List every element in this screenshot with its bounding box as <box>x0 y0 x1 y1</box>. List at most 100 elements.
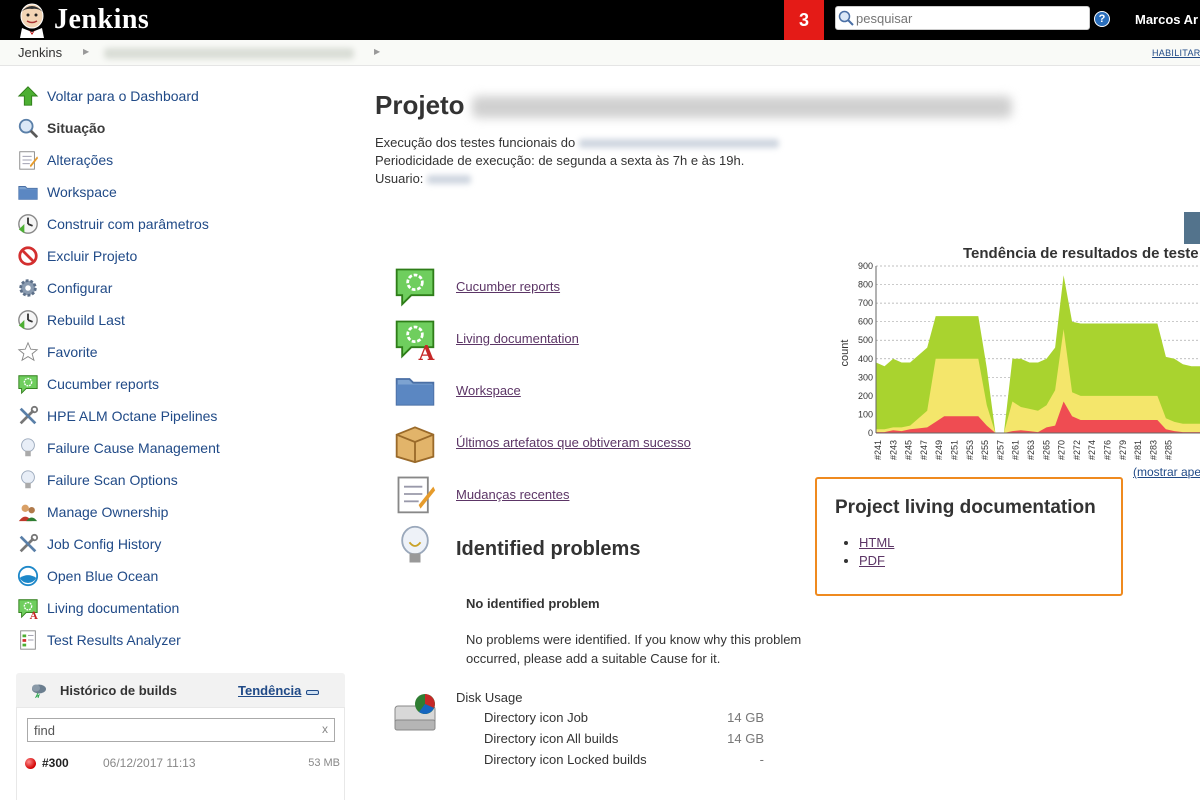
package-icon[interactable] <box>393 420 437 464</box>
disk-usage-value: - <box>759 752 764 767</box>
sidebar-item[interactable]: Manage Ownership <box>16 496 346 528</box>
search-input[interactable] <box>856 10 1076 26</box>
build-history-body: x #300 06/12/2017 11:13 53 MB <box>16 707 345 800</box>
sidebar-item-label[interactable]: Configurar <box>47 280 112 296</box>
sidebar-item-label[interactable]: Rebuild Last <box>47 312 125 328</box>
project-link-row: A Living documentation <box>393 316 579 360</box>
sidebar-item-label[interactable]: Construir com parâmetros <box>47 216 209 232</box>
magnifier-icon <box>16 116 40 140</box>
search-box[interactable] <box>835 6 1090 30</box>
x-tick-label: #270 <box>1057 440 1067 460</box>
html-link[interactable]: HTML <box>859 535 894 550</box>
tools-icon <box>16 404 40 428</box>
sidebar-item[interactable]: Situação <box>16 112 346 144</box>
sidebar-item[interactable]: Configurar <box>16 272 346 304</box>
build-size: 53 MB <box>308 757 340 769</box>
sidebar-item-label[interactable]: Voltar para o Dashboard <box>47 88 199 104</box>
project-link-row: Últimos artefatos que obtiveram sucesso <box>393 420 691 464</box>
sidebar-item[interactable]: Rebuild Last <box>16 304 346 336</box>
x-tick-label: #263 <box>1026 440 1036 460</box>
sidebar-item-label[interactable]: Workspace <box>47 184 117 200</box>
sidebar-item[interactable]: Workspace <box>16 176 346 208</box>
sidebar-item[interactable]: Open Blue Ocean <box>16 560 346 592</box>
sidebar-item-label[interactable]: Job Config History <box>47 536 161 552</box>
side-tab[interactable] <box>1184 212 1200 244</box>
sidebar-item[interactable]: Excluir Projeto <box>16 240 346 272</box>
sidebar-item-label[interactable]: Cucumber reports <box>47 376 159 392</box>
y-tick-label: 600 <box>858 317 873 327</box>
sidebar-item[interactable]: Favorite <box>16 336 346 368</box>
disk-usage-row: Directory icon Job 14 GB <box>484 710 764 728</box>
sidebar-item[interactable]: Failure Cause Management <box>16 432 346 464</box>
cucumber-a-icon[interactable]: A <box>393 316 437 360</box>
trend-link[interactable]: Tendência <box>238 683 301 698</box>
sidebar-item-label[interactable]: Failure Cause Management <box>47 440 220 456</box>
lightbulb-icon <box>16 436 40 460</box>
project-link[interactable]: Mudanças recentes <box>456 487 569 502</box>
up-arrow-icon <box>16 84 40 108</box>
project-link[interactable]: Últimos artefatos que obtiveram sucesso <box>456 435 691 450</box>
x-tick-label: #253 <box>965 440 975 460</box>
disk-usage-value: 14 GB <box>727 710 764 725</box>
sidebar-item-label[interactable]: Test Results Analyzer <box>47 632 181 648</box>
build-row[interactable]: #300 06/12/2017 11:13 53 MB <box>25 754 340 772</box>
sidebar-item[interactable]: A Living documentation <box>16 592 346 624</box>
x-tick-label: #255 <box>980 440 990 460</box>
project-link[interactable]: Cucumber reports <box>456 279 560 294</box>
sidebar-item-label[interactable]: Living documentation <box>47 600 179 616</box>
cucumber-icon[interactable] <box>393 264 437 308</box>
build-date[interactable]: 06/12/2017 11:13 <box>103 756 196 770</box>
pdf-link[interactable]: PDF <box>859 553 885 568</box>
sidebar-item[interactable]: Voltar para o Dashboard <box>16 80 346 112</box>
y-tick-label: 100 <box>858 409 873 419</box>
sidebar-item[interactable]: Test Results Analyzer <box>16 624 346 656</box>
sidebar-item[interactable]: Construir com parâmetros <box>16 208 346 240</box>
breadcrumb-chevron-icon[interactable]: ▶ <box>374 47 380 56</box>
user-name[interactable]: Marcos Ar <box>1135 12 1198 27</box>
breadcrumb-project-redacted[interactable] <box>104 48 354 59</box>
star-icon <box>16 340 40 364</box>
sidebar-item[interactable]: Failure Scan Options <box>16 464 346 496</box>
help-icon[interactable]: ? <box>1094 11 1110 27</box>
weather-cloud-icon <box>32 684 46 698</box>
sidebar-item[interactable]: Job Config History <box>16 528 346 560</box>
breadcrumb-jenkins[interactable]: Jenkins <box>18 45 62 60</box>
breadcrumb: Jenkins ▶ ▶ HABILITAR <box>0 40 1200 66</box>
sidebar-item-label[interactable]: Alterações <box>47 152 113 168</box>
sidebar-item-label[interactable]: Favorite <box>47 344 98 360</box>
svg-text:A: A <box>418 341 435 360</box>
notification-badge[interactable]: 3 <box>784 0 824 40</box>
sidebar-item[interactable]: HPE ALM Octane Pipelines <box>16 400 346 432</box>
cucumber-icon <box>16 372 40 396</box>
identified-problems-text: No problems were identified. If you know… <box>466 632 802 666</box>
clock-icon <box>16 308 40 332</box>
project-link[interactable]: Living documentation <box>456 331 579 346</box>
disk-usage-value: 14 GB <box>727 731 764 746</box>
x-tick-label: #251 <box>950 440 960 460</box>
clock-icon <box>16 212 40 236</box>
clear-find-button[interactable]: x <box>322 722 328 736</box>
identified-problems-subtitle: No identified problem <box>466 596 600 611</box>
test-trend-chart[interactable]: 0 100 200 300 400 500 600 700 800 900 count #241 #24… <box>830 258 1200 468</box>
sidebar-item-label[interactable]: Open Blue Ocean <box>47 568 158 584</box>
redacted-text <box>427 175 472 185</box>
sidebar-item-label[interactable]: HPE ALM Octane Pipelines <box>47 408 217 424</box>
notepad-icon[interactable] <box>393 472 437 516</box>
folder-icon[interactable] <box>393 368 437 412</box>
sidebar-item[interactable]: Cucumber reports <box>16 368 346 400</box>
build-number[interactable]: #300 <box>42 756 69 770</box>
sidebar-item[interactable]: Alterações <box>16 144 346 176</box>
sidebar-item-label[interactable]: Manage Ownership <box>47 504 168 520</box>
build-history-title: Histórico de builds <box>60 682 178 698</box>
jenkins-logo[interactable]: Jenkins <box>16 2 149 38</box>
show-only-failures-link[interactable]: (mostrar apenas falhas) <box>1133 465 1200 479</box>
sidebar-item-label[interactable]: Situação <box>47 120 105 136</box>
find-input[interactable] <box>28 719 308 741</box>
x-tick-label: #257 <box>995 440 1005 460</box>
breadcrumb-chevron-icon[interactable]: ▶ <box>83 47 89 56</box>
sidebar-item-label[interactable]: Excluir Projeto <box>47 248 137 264</box>
project-link[interactable]: Workspace <box>456 383 521 398</box>
sidebar-item-label[interactable]: Failure Scan Options <box>47 472 178 488</box>
trend-toggle-icon[interactable] <box>306 690 319 695</box>
enable-auto-refresh-link[interactable]: HABILITAR <box>1152 48 1200 58</box>
